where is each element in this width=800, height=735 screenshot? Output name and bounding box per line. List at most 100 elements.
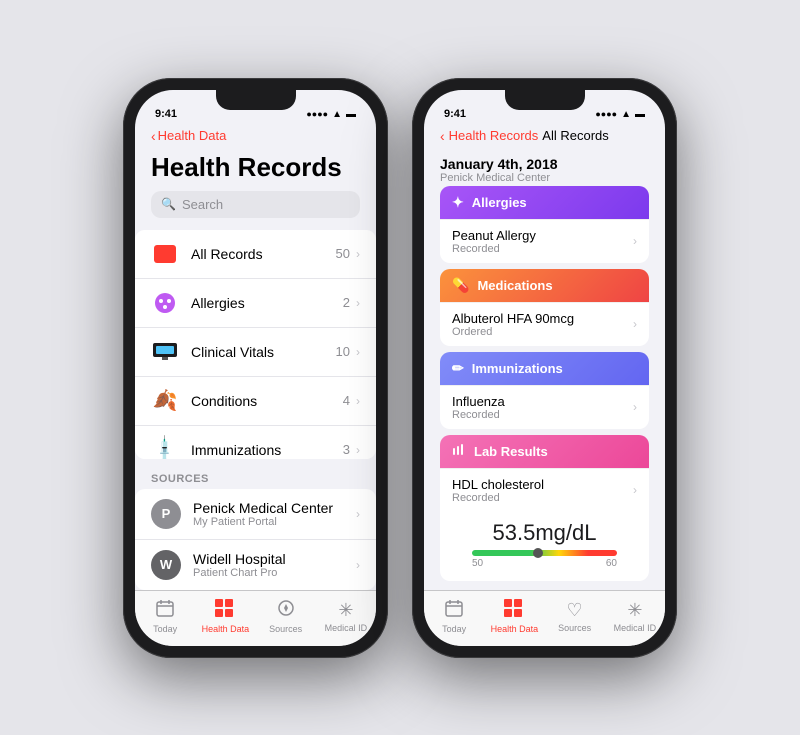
tab-health-data-left[interactable]: Health Data [195,599,255,634]
left-phone: 9:41 ●●●● ▲ ▬ ‹ Health Data Health Recor… [123,78,388,658]
page-subtitle-right: All Records [542,128,608,143]
albuterol-info: Albuterol HFA 90mcg Ordered [452,311,574,338]
all-records-count: 50 [336,246,350,261]
peanut-allergy-chevron: › [633,234,637,248]
records-scroll: January 4th, 2018 Penick Medical Center … [424,150,665,590]
source-penick[interactable]: P Penick Medical Center My Patient Porta… [135,489,376,540]
tab-today-label-left: Today [153,624,177,634]
search-icon: 🔍 [161,197,176,211]
lab-value-container: 53.5mg/dL 50 60 [440,512,649,581]
sources-section-header: SOURCES [135,459,376,489]
peanut-allergy-status: Recorded [452,243,536,255]
tab-today-left[interactable]: Today [135,599,195,634]
record-peanut-allergy[interactable]: Peanut Allergy Recorded › [440,219,649,263]
record-hdl[interactable]: HDL cholesterol Recorded › [440,468,649,512]
conditions-label: Conditions [191,393,343,409]
source-penick-avatar: P [151,499,181,529]
medications-cat-icon: 💊 [452,277,469,294]
back-chevron-left: ‹ [151,128,156,144]
back-link-left[interactable]: ‹ Health Data [151,128,360,144]
tab-sources-label-right: Sources [558,623,591,633]
status-time-left: 9:41 [155,108,177,120]
source-widell-avatar: W [151,550,181,580]
albuterol-name: Albuterol HFA 90mcg [452,311,574,326]
back-chevron-right: ‹ [440,128,445,144]
search-bar[interactable]: 🔍 Search [151,191,360,218]
allergies-icon [151,289,179,317]
tab-today-label-right: Today [442,624,466,634]
list-item-conditions[interactable]: 🍂 Conditions 4 › [135,377,376,426]
tab-medical-id-right[interactable]: ✳ Medical ID [605,600,665,633]
sources-list: P Penick Medical Center My Patient Porta… [135,489,376,590]
today-icon-left [156,599,174,622]
date-subtitle: Penick Medical Center [440,172,649,184]
source-widell-info: Widell Hospital Patient Chart Pro [193,551,356,579]
battery-icon-left: ▬ [346,109,356,120]
lab-cat-label: Lab Results [474,444,548,459]
source-penick-sub: My Patient Portal [193,516,356,528]
today-icon-right [445,599,463,622]
allergies-count: 2 [343,295,350,310]
hdl-info: HDL cholesterol Recorded [452,477,544,504]
source-widell-sub: Patient Chart Pro [193,567,356,579]
albuterol-status: Ordered [452,326,574,338]
tab-sources-left[interactable]: Sources [256,599,316,634]
nav-bar-right: ‹ Health Records All Records [424,124,665,150]
clinical-vitals-label: Clinical Vitals [191,344,336,360]
list-item-immunizations[interactable]: 💉 Immunizations 3 › [135,426,376,459]
allergies-cat-icon: ✦ [452,194,464,211]
right-screen: 9:41 ●●●● ▲ ▬ ‹ Health Records All Recor… [424,90,665,646]
tab-health-data-label-left: Health Data [202,624,250,634]
list-item-all-records[interactable]: All Records 50 › [135,230,376,279]
allergies-label: Allergies [191,295,343,311]
lab-range-bar [472,550,617,556]
albuterol-chevron: › [633,317,637,331]
allergies-cat-label: Allergies [472,195,527,210]
medical-id-icon-right: ✳ [627,600,642,621]
source-widell[interactable]: W Widell Hospital Patient Chart Pro › [135,540,376,590]
source-penick-info: Penick Medical Center My Patient Portal [193,500,356,528]
list-item-clinical-vitals[interactable]: Clinical Vitals 10 › [135,328,376,377]
peanut-allergy-info: Peanut Allergy Recorded [452,228,536,255]
back-label-right[interactable]: Health Records [449,128,539,143]
lab-value-text: 53.5mg/dL [456,520,633,546]
left-screen: 9:41 ●●●● ▲ ▬ ‹ Health Data Health Recor… [135,90,376,646]
category-lab-results: Lab Results HDL cholesterol Recorded › 5… [440,435,649,581]
all-records-icon [151,240,179,268]
date-title: January 4th, 2018 [440,156,649,172]
category-immunizations: ✏ Immunizations Influenza Recorded › [440,352,649,429]
phones-container: 9:41 ●●●● ▲ ▬ ‹ Health Data Health Recor… [123,78,677,658]
tab-medical-id-label-left: Medical ID [325,623,368,633]
right-nav: ‹ Health Records All Records [440,128,649,144]
status-icons-left: ●●●● ▲ ▬ [306,109,356,120]
clinical-vitals-chevron: › [356,345,360,359]
lab-scale: 50 60 [456,556,633,569]
record-influenza[interactable]: Influenza Recorded › [440,385,649,429]
signal-icon-right: ●●●● [595,109,617,119]
category-allergies: ✦ Allergies Peanut Allergy Recorded › [440,186,649,263]
conditions-icon: 🍂 [151,387,179,415]
record-albuterol[interactable]: Albuterol HFA 90mcg Ordered › [440,302,649,346]
tab-medical-id-left[interactable]: ✳ Medical ID [316,600,376,633]
wifi-icon-right: ▲ [621,109,631,120]
tab-health-data-right[interactable]: Health Data [484,599,544,634]
page-title-left: Health Records [135,150,376,191]
influenza-info: Influenza Recorded [452,394,505,421]
lab-marker [533,548,543,558]
medications-header: 💊 Medications [440,269,649,302]
tab-bar-left: Today Health Data Sources ✳ Medical [135,590,376,646]
immunizations-cat-label: Immunizations [472,361,563,376]
hdl-name: HDL cholesterol [452,477,544,492]
tab-today-right[interactable]: Today [424,599,484,634]
list-item-allergies[interactable]: Allergies 2 › [135,279,376,328]
health-records-list: All Records 50 › Allergies 2 › [135,230,376,459]
immunizations-chevron: › [356,443,360,457]
conditions-count: 4 [343,393,350,408]
source-widell-name: Widell Hospital [193,551,356,567]
peanut-allergy-name: Peanut Allergy [452,228,536,243]
notch-right [505,90,585,110]
influenza-chevron: › [633,400,637,414]
lab-scale-high: 60 [606,558,617,569]
tab-health-data-label-right: Health Data [491,624,539,634]
tab-sources-right[interactable]: ♡ Sources [545,600,605,633]
